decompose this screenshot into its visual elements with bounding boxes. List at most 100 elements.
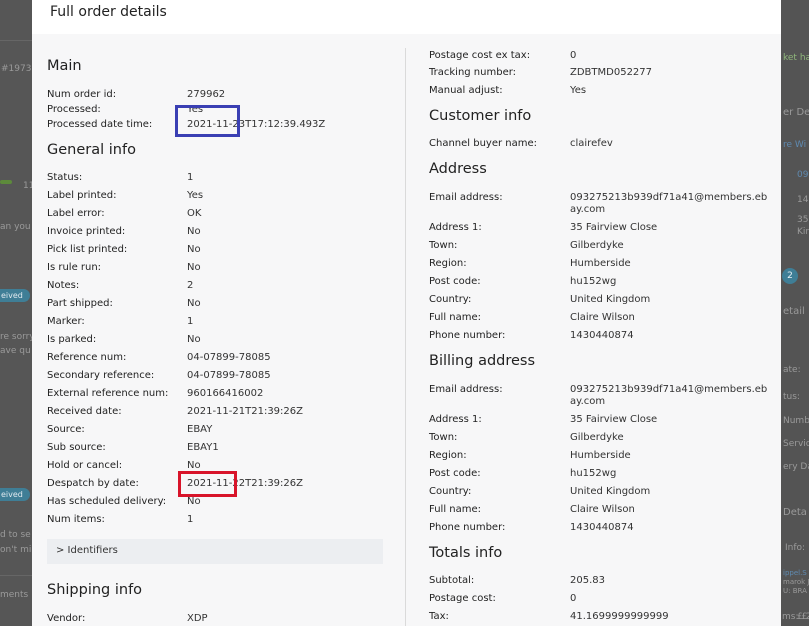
- field-label: Source:: [47, 424, 85, 435]
- background-text-fragment: £ 2: [797, 612, 809, 622]
- field-label: Part shipped:: [47, 298, 113, 309]
- sub-source-value: EBAY1: [187, 442, 219, 453]
- background-text-fragment: ave qu: [0, 346, 31, 356]
- field-value: 04-07899-78085: [187, 370, 271, 381]
- field-label: Post code:: [429, 276, 481, 287]
- background-text-fragment: ate:: [783, 365, 801, 375]
- field-value: Yes: [187, 190, 204, 201]
- background-link-fragment: 09: [797, 170, 809, 180]
- field-label: Label error:: [47, 208, 105, 219]
- field-label: Country:: [429, 486, 472, 497]
- field-value: No: [187, 334, 201, 345]
- field-value: OK: [187, 208, 202, 219]
- field-value: 04-07899-78085: [187, 352, 271, 363]
- section-title-shipping-info: Shipping info: [47, 582, 143, 598]
- field-label: Town:: [429, 432, 458, 443]
- field-label: Address 1:: [429, 414, 482, 425]
- background-button-fragment: ket ha: [783, 53, 809, 63]
- modal-header: Full order details: [32, 0, 781, 26]
- background-text-fragment: an you: [0, 222, 31, 232]
- field-value: 1430440874: [570, 330, 634, 341]
- field-value: 2021-11-21T21:39:26Z: [187, 406, 303, 417]
- field-value: Humberside: [570, 258, 631, 269]
- background-link-fragment: re Wi: [783, 140, 807, 150]
- section-title-customer-info: Customer info: [429, 108, 532, 124]
- background-text-fragment: 35: [797, 215, 809, 225]
- section-title-main: Main: [47, 58, 82, 74]
- field-value: 2: [187, 280, 194, 291]
- background-link-fragment: ippel.S: [783, 569, 807, 577]
- field-label: Sub source:: [47, 442, 106, 453]
- field-value: No: [187, 496, 201, 507]
- field-value: No: [187, 298, 201, 309]
- field-label: Marker:: [47, 316, 85, 327]
- background-status-badge: eived: [0, 488, 30, 501]
- field-label: Pick list printed:: [47, 244, 128, 255]
- field-label: Address 1:: [429, 222, 482, 233]
- field-value: 0: [570, 50, 577, 61]
- field-label: Notes:: [47, 280, 80, 291]
- background-text-fragment: Numbe: [783, 416, 809, 426]
- field-value: No: [187, 226, 201, 237]
- field-value: No: [187, 460, 201, 471]
- field-value: ZDBTMD052277: [570, 67, 653, 78]
- background-green-badge: [0, 180, 12, 184]
- field-value: 1: [187, 316, 194, 327]
- field-value: No: [187, 244, 201, 255]
- field-value: 960166416002: [187, 388, 264, 399]
- field-value: Yes: [570, 85, 587, 96]
- field-value: EBAY: [187, 424, 213, 435]
- identifiers-expander[interactable]: > Identifiers: [47, 539, 383, 564]
- field-label: Is rule run:: [47, 262, 102, 273]
- background-text-fragment: ments: [0, 590, 29, 600]
- field-label: Received date:: [47, 406, 122, 417]
- field-value: Gilberdyke: [570, 240, 624, 251]
- section-title-totals-info: Totals info: [429, 545, 503, 561]
- background-text-fragment: U: BRA: [783, 587, 807, 595]
- background-text-fragment: d to se: [0, 530, 31, 540]
- background-count-circle: 2: [782, 268, 798, 284]
- field-label: Town:: [429, 240, 458, 251]
- field-value: hu152wg: [570, 468, 617, 479]
- field-value: United Kingdom: [570, 294, 651, 305]
- section-title-general-info: General info: [47, 142, 136, 158]
- background-heading-fragment: etail: [783, 306, 805, 317]
- field-label: Country:: [429, 294, 472, 305]
- field-value: 1: [187, 172, 194, 183]
- right-column: Postage cost ex tax: 0 Tracking number: …: [406, 34, 781, 626]
- field-value: Claire Wilson: [570, 312, 635, 323]
- field-label: Email address:: [429, 384, 503, 395]
- section-title-billing-address: Billing address: [429, 353, 536, 369]
- field-label: Is parked:: [47, 334, 97, 345]
- field-value: clairefev: [570, 138, 613, 149]
- background-heading-fragment: Deta: [783, 507, 807, 518]
- modal-body[interactable]: Main Num order id: 279962 Processed: Yes…: [32, 34, 781, 626]
- field-label: Processed:: [47, 104, 101, 115]
- background-text-fragment: ery Da: [783, 462, 809, 472]
- highlight-sub-source-box: [178, 471, 237, 497]
- background-text-fragment: 14: [797, 195, 809, 205]
- field-value: Claire Wilson: [570, 504, 635, 515]
- field-value: 35 Fairview Close: [570, 222, 658, 233]
- field-value: 093275213b939df71a41@members.ebay.com: [570, 384, 768, 407]
- field-label: Phone number:: [429, 330, 506, 341]
- field-label: Invoice printed:: [47, 226, 126, 237]
- background-text-fragment: marok J: [783, 578, 809, 586]
- background-status-badge: eived: [0, 289, 30, 302]
- field-label: Hold or cancel:: [47, 460, 123, 471]
- background-text-fragment: re sorry: [0, 332, 35, 342]
- field-label: Secondary reference:: [47, 370, 155, 381]
- background-divider: [0, 575, 32, 576]
- field-label: Manual adjust:: [429, 85, 503, 96]
- background-divider: [0, 40, 32, 41]
- field-value: 41.1699999999999: [570, 611, 669, 622]
- field-label: Full name:: [429, 312, 482, 323]
- field-label: Num items:: [47, 514, 105, 525]
- background-text-fragment: Kin: [797, 227, 809, 237]
- background-order-number: #1973: [1, 64, 32, 74]
- field-label: Phone number:: [429, 522, 506, 533]
- field-label: Tax:: [429, 611, 449, 622]
- field-label: Despatch by date:: [47, 478, 139, 489]
- field-label: Full name:: [429, 504, 482, 515]
- field-value: 205.83: [570, 575, 605, 586]
